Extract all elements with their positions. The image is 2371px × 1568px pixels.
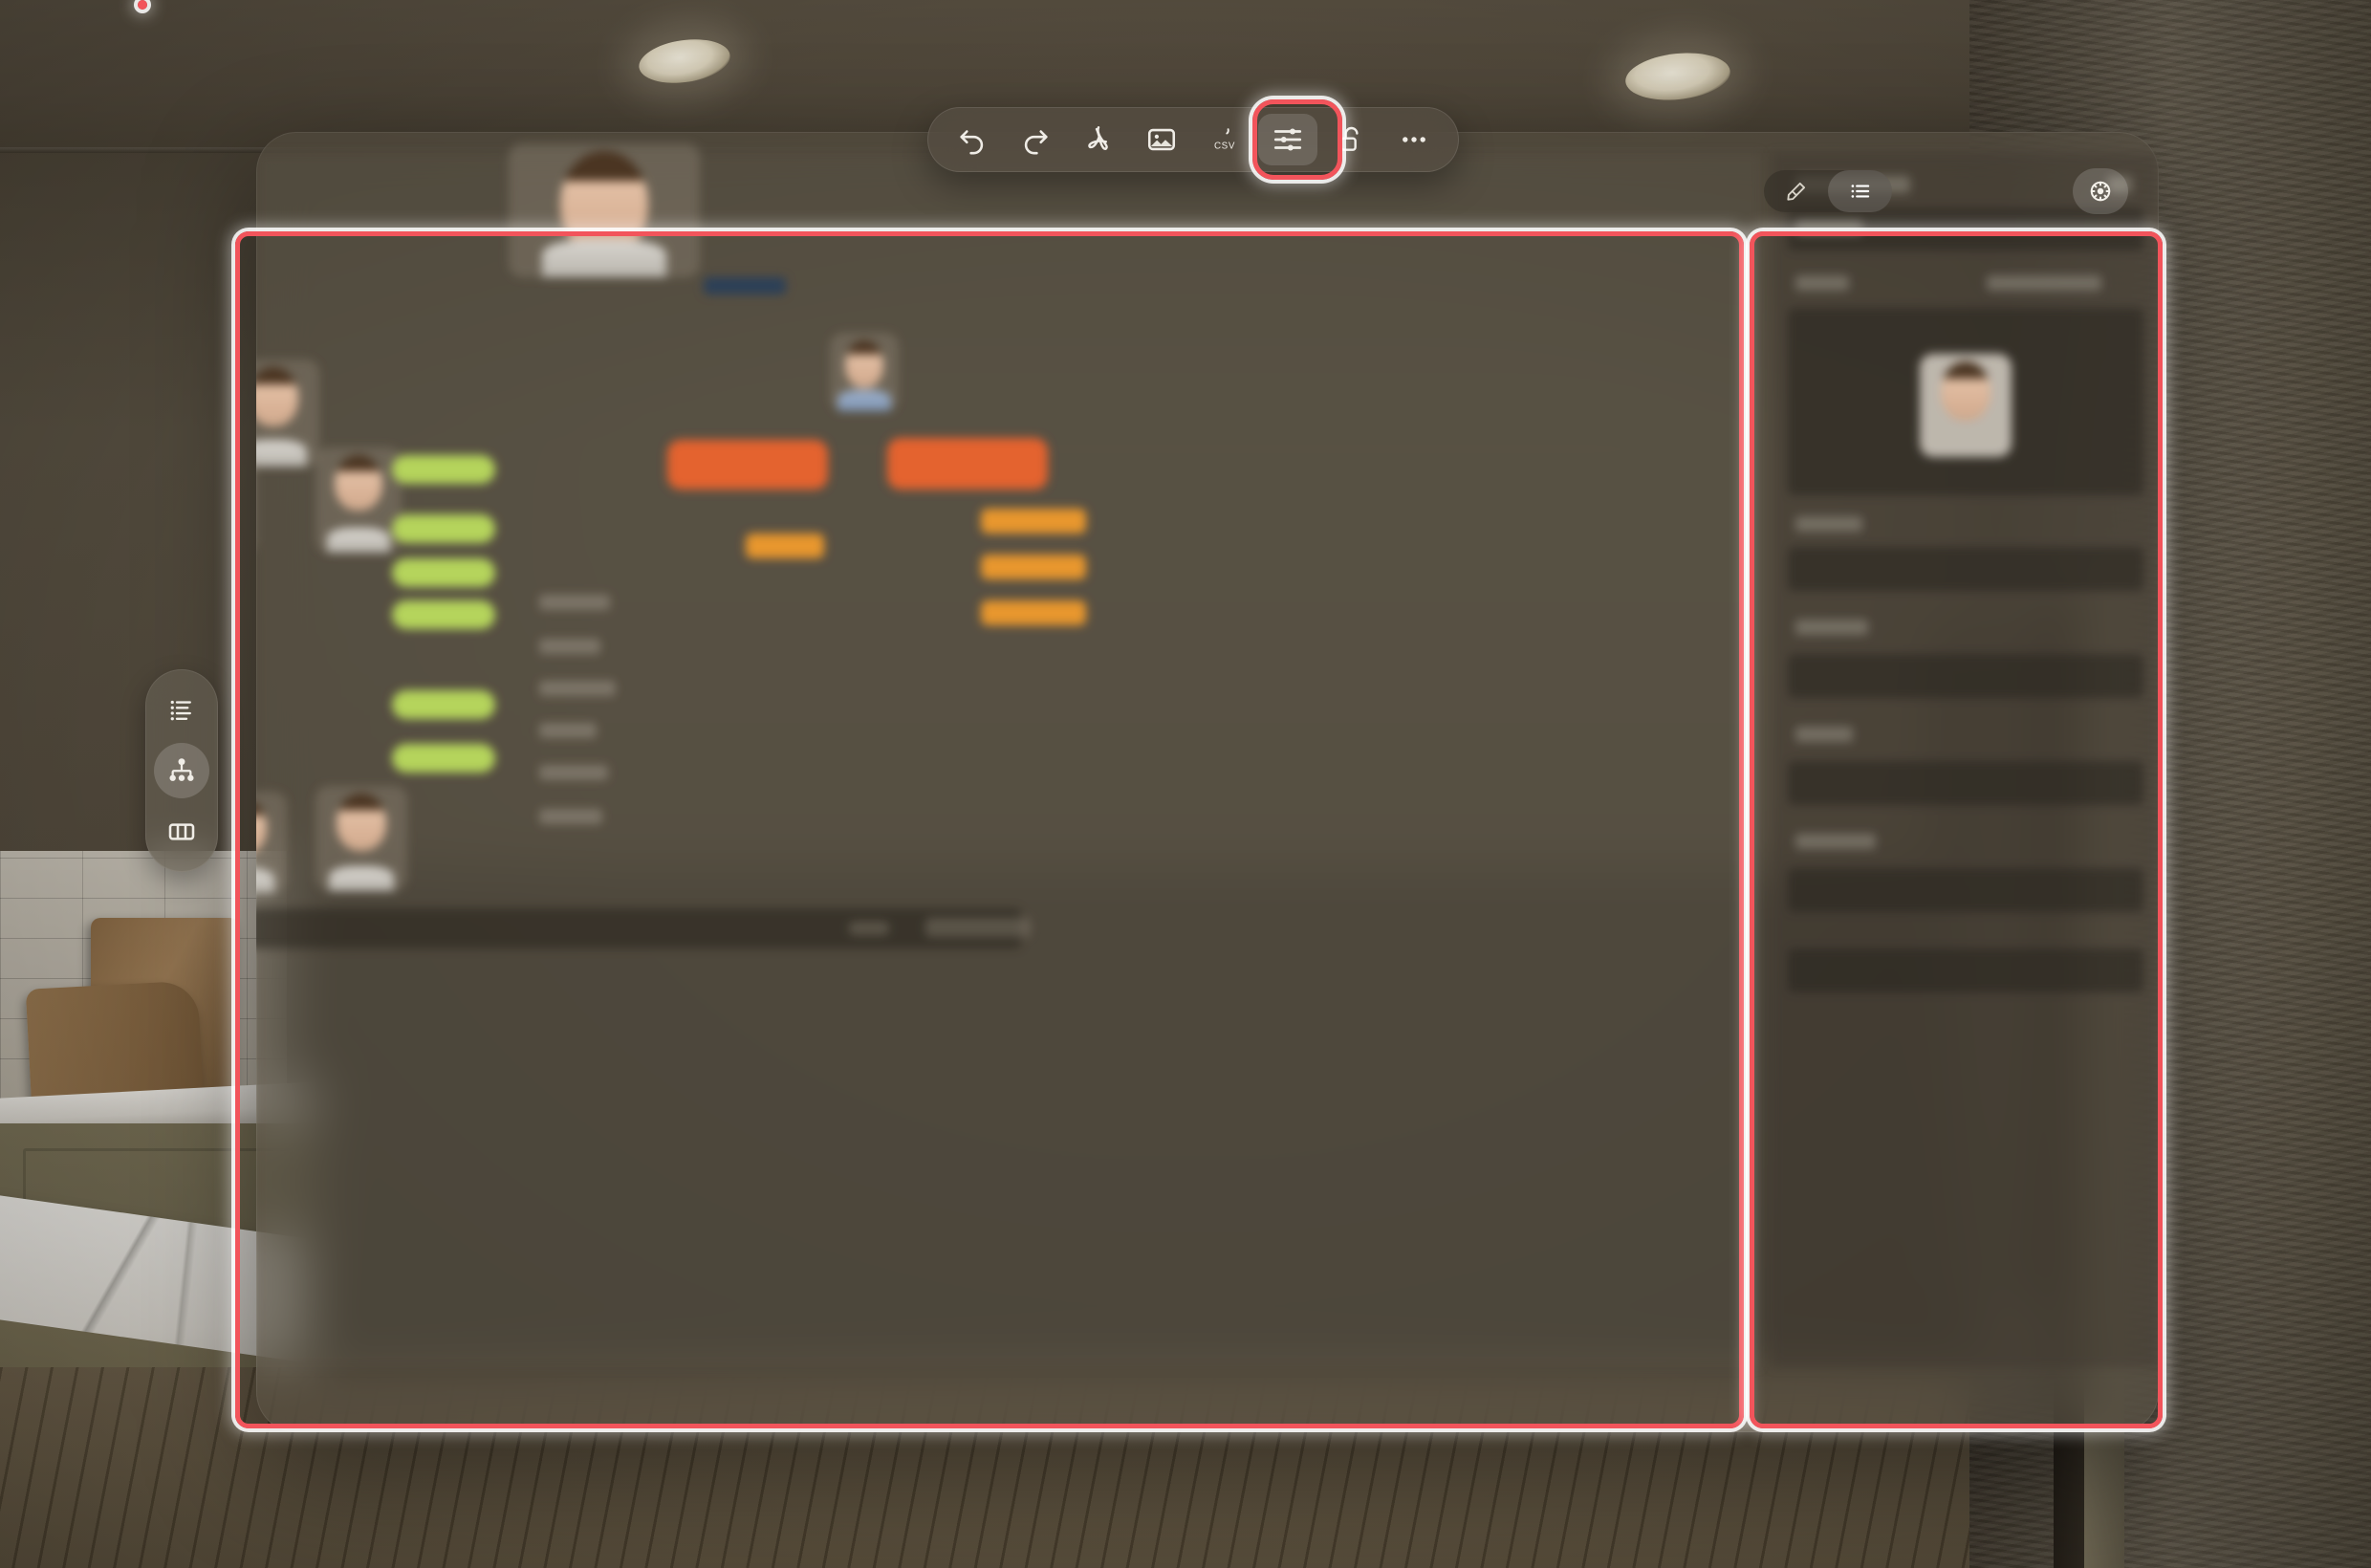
tag-chip[interactable] — [392, 600, 495, 629]
highlight-card[interactable] — [887, 438, 1048, 490]
inspector-label — [1795, 220, 1862, 235]
sidebar-item-column-view[interactable] — [154, 804, 209, 860]
inspector-label — [1795, 727, 1853, 742]
label-text — [539, 681, 616, 696]
person-card[interactable] — [315, 786, 407, 891]
svg-text:CSV: CSV — [1214, 142, 1235, 152]
avatar — [1920, 354, 2012, 457]
image-icon[interactable] — [1132, 114, 1191, 165]
inspector-value — [1987, 275, 2101, 291]
label-text — [539, 639, 600, 654]
tag-chip[interactable] — [392, 558, 495, 587]
label-text — [539, 765, 608, 780]
person-card[interactable] — [830, 333, 899, 411]
undo-icon[interactable] — [943, 114, 1002, 165]
tab-style[interactable] — [1764, 170, 1828, 212]
document-toolbar[interactable]: CSV — [927, 107, 1459, 172]
gear-icon[interactable] — [2073, 168, 2128, 214]
inspectors-area[interactable] — [1773, 153, 2159, 1367]
inspector-label — [1795, 834, 1876, 849]
inspector-label — [1795, 620, 1868, 635]
footer-bar — [256, 908, 1021, 948]
inspector-field[interactable] — [1788, 654, 2143, 698]
person-card[interactable] — [509, 143, 700, 277]
highlight-card[interactable] — [667, 440, 828, 490]
person-card[interactable] — [256, 359, 319, 467]
tag-chip[interactable] — [392, 690, 495, 719]
view-mode-switcher[interactable] — [145, 669, 218, 872]
inspector-field[interactable] — [1788, 868, 2143, 912]
tag-chip[interactable] — [392, 514, 495, 543]
csv-icon[interactable]: CSV — [1195, 114, 1254, 165]
tag-chip[interactable] — [981, 509, 1086, 534]
inspector-field[interactable] — [1788, 547, 2143, 591]
tag-chip[interactable] — [981, 600, 1086, 625]
tag-chip[interactable] — [392, 744, 495, 773]
footer-pill — [925, 918, 1031, 937]
tab-details[interactable] — [1828, 170, 1892, 212]
pdf-icon[interactable] — [1069, 114, 1128, 165]
sidebar-item-list-view[interactable] — [154, 682, 209, 737]
person-card[interactable] — [256, 792, 287, 893]
label-text — [539, 595, 610, 610]
tag-chip[interactable] — [746, 534, 824, 558]
redo-icon[interactable] — [1006, 114, 1065, 165]
unlock-icon[interactable] — [1321, 114, 1381, 165]
inspector-field[interactable] — [1788, 948, 2143, 992]
label-text — [539, 723, 597, 738]
inspector-label — [1795, 275, 1849, 291]
inspector-label — [1795, 516, 1862, 532]
label-text — [539, 809, 602, 824]
inspector-field[interactable] — [1788, 761, 2143, 805]
content-area[interactable] — [256, 143, 1760, 1367]
tag-chip[interactable] — [392, 455, 495, 484]
node-bar — [704, 277, 786, 294]
footer-dot — [849, 922, 889, 935]
person-card[interactable] — [315, 447, 402, 553]
tag-chip[interactable] — [981, 555, 1086, 579]
inspector-segmented-control[interactable] — [1764, 170, 1892, 212]
ellipsis-icon[interactable] — [1384, 114, 1444, 165]
sidebar-item-chart-view[interactable] — [154, 743, 209, 798]
chat-settings-button[interactable] — [1258, 114, 1317, 165]
app-window — [256, 132, 2159, 1432]
